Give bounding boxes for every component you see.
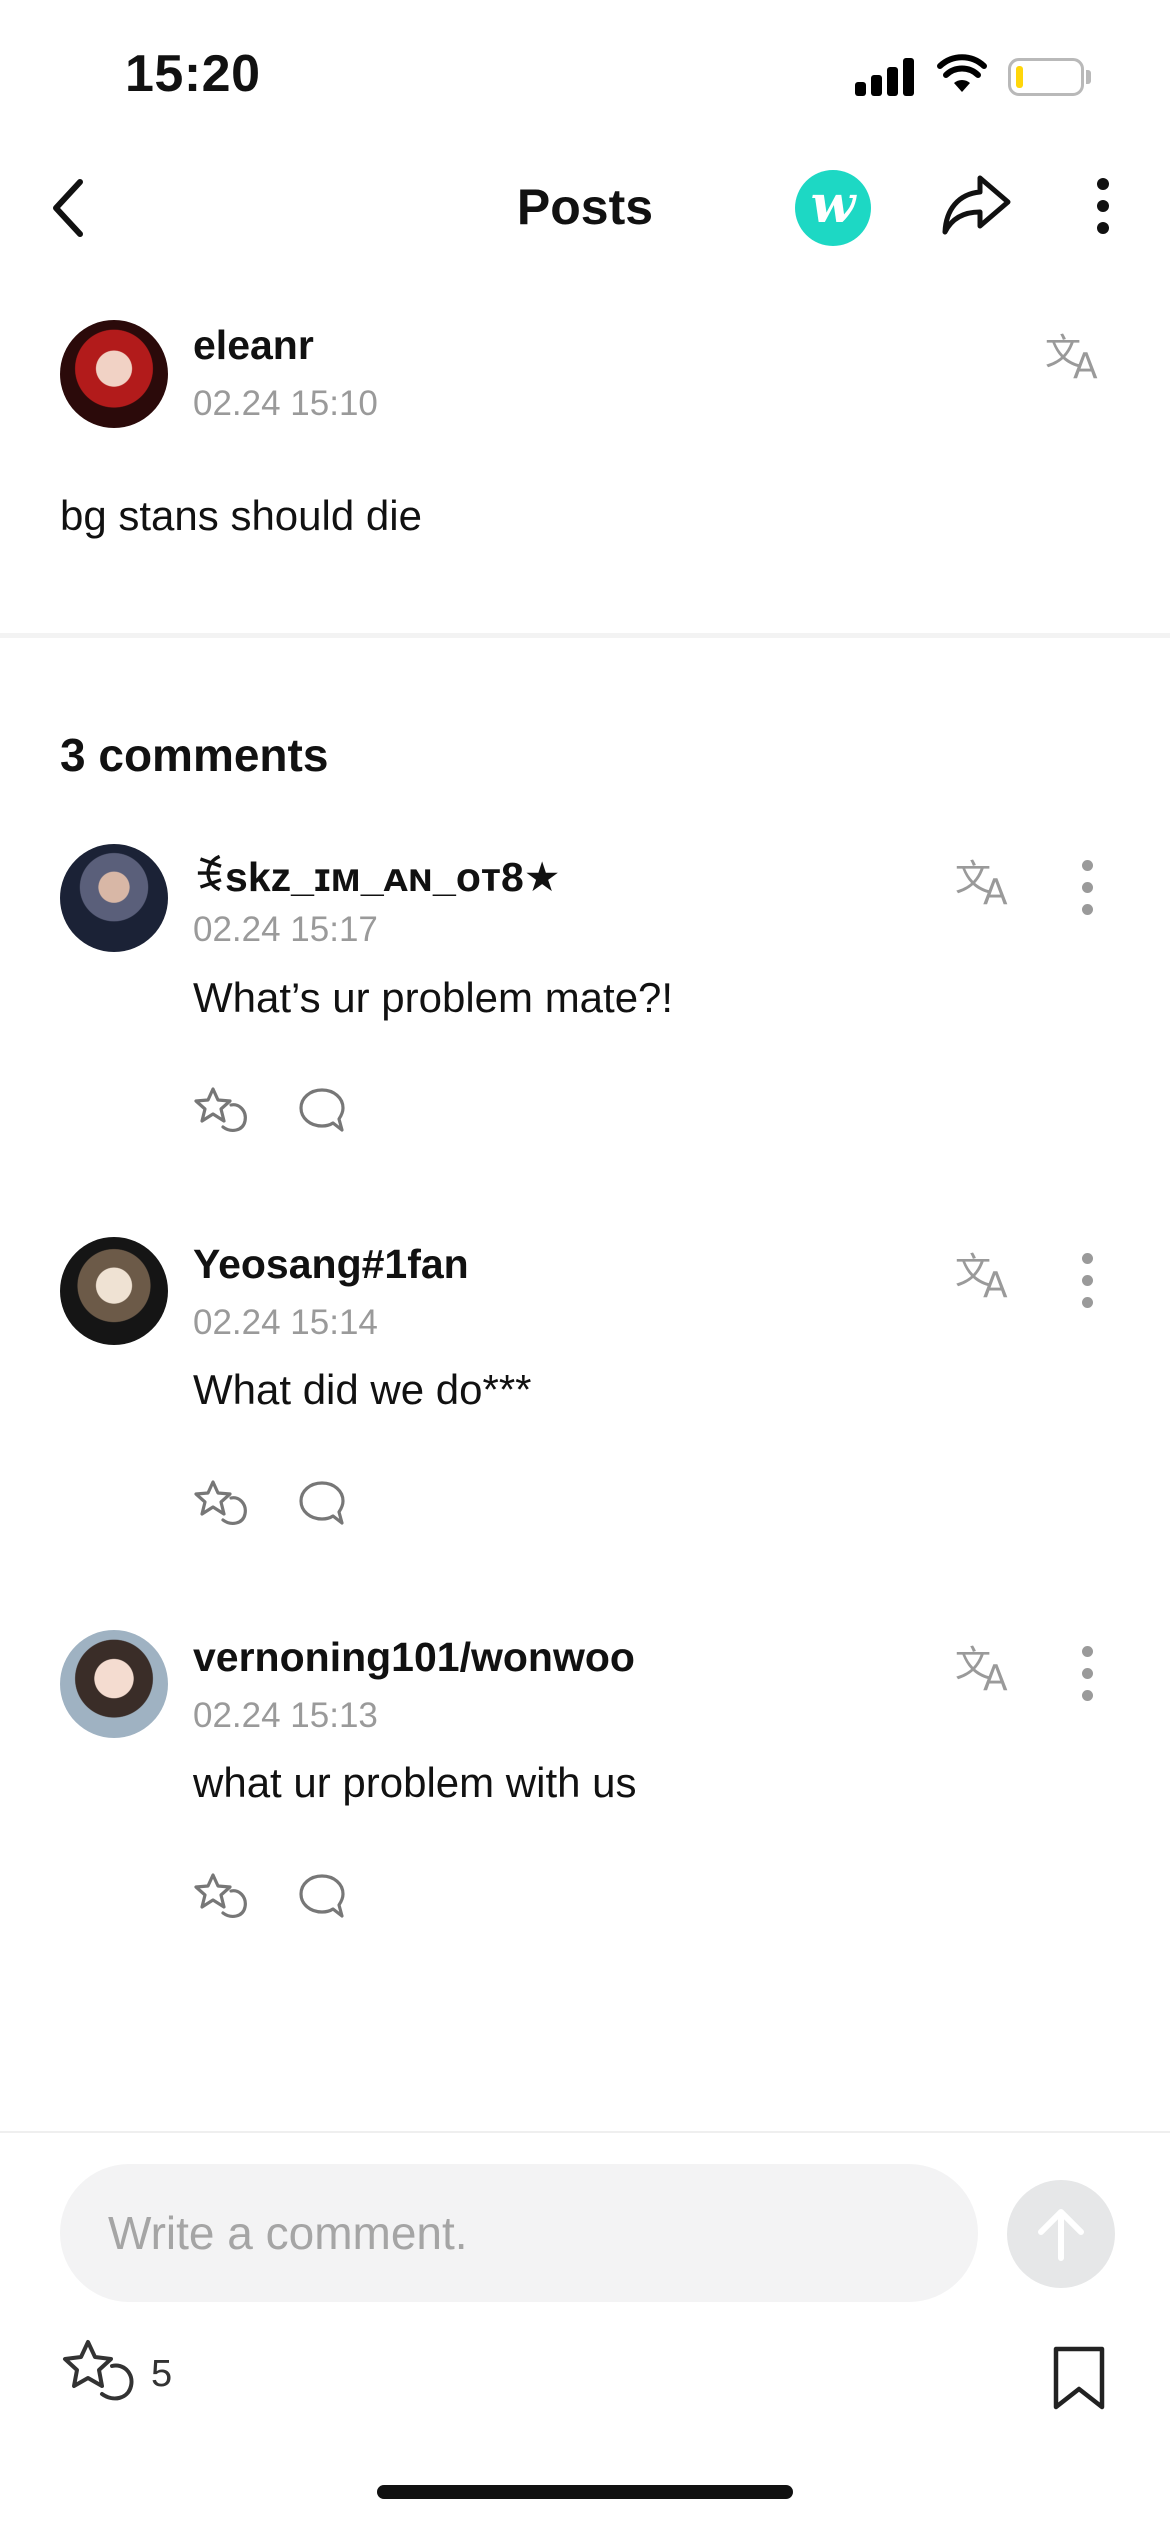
like-icon[interactable] [193,1869,249,1925]
comment-more-icon[interactable] [1082,1646,1094,1712]
post-like-icon[interactable] [60,2336,138,2408]
bookmark-icon[interactable] [1050,2345,1108,2411]
comment-date: 02.24 15:13 [193,1696,378,1735]
svg-text:A: A [983,1658,1008,1692]
battery-icon [1008,58,1084,96]
svg-text:A: A [983,1265,1008,1299]
comments-count: 3 comments [60,729,329,781]
post-author-avatar[interactable] [60,320,168,428]
comment-more-icon[interactable] [1082,860,1094,926]
home-indicator [377,2485,793,2499]
translate-icon[interactable]: 文 A [955,1247,1021,1299]
weverse-logo-button[interactable]: w [795,170,871,246]
like-icon[interactable] [193,1083,249,1139]
comment-avatar[interactable] [60,1237,168,1345]
status-time: 15:20 [125,45,261,103]
more-options-icon[interactable] [1097,178,1109,244]
reply-icon[interactable] [297,1872,347,1922]
comment-input-container[interactable] [60,2164,978,2302]
comment-date: 02.24 15:14 [193,1303,378,1342]
post-like-count: 5 [151,2353,173,2395]
wifi-icon [937,54,987,92]
composer-divider [0,2131,1170,2133]
cellular-signal-icon [855,56,915,96]
post-author-name[interactable]: eleanr [193,322,314,369]
post-body: bg stans should die [60,492,422,539]
comment-body: what ur problem with us [193,1759,637,1806]
comment-body: What did we do*** [193,1366,532,1413]
comment-input[interactable] [108,2164,928,2302]
send-button[interactable] [1007,2180,1115,2288]
comment-author[interactable]: vernoning101/wonwoo [193,1634,635,1681]
reply-icon[interactable] [297,1086,347,1136]
battery-tip [1086,70,1091,84]
comment-avatar[interactable] [60,1630,168,1738]
comment-body: What’s ur problem mate?! [193,974,674,1021]
translate-icon[interactable]: 文 A [955,1640,1021,1692]
reply-icon[interactable] [297,1479,347,1529]
share-icon[interactable] [940,172,1014,238]
translate-icon[interactable]: 文 A [955,854,1021,906]
comment-author[interactable]: ꉂskz_ɪᴍ_ᴀɴ_ᴏᴛ8★ [193,848,561,902]
post-date: 02.24 15:10 [193,384,378,423]
comment-more-icon[interactable] [1082,1253,1094,1319]
section-divider [0,633,1170,638]
like-icon[interactable] [193,1476,249,1532]
arrow-up-icon [1038,2209,1084,2261]
svg-text:A: A [1073,346,1098,380]
comment-date: 02.24 15:17 [193,910,378,949]
comment-avatar[interactable] [60,844,168,952]
svg-text:A: A [983,872,1008,906]
translate-icon[interactable]: 文 A [1045,328,1111,380]
comment-author[interactable]: Yeosang#1fan [193,1241,469,1288]
